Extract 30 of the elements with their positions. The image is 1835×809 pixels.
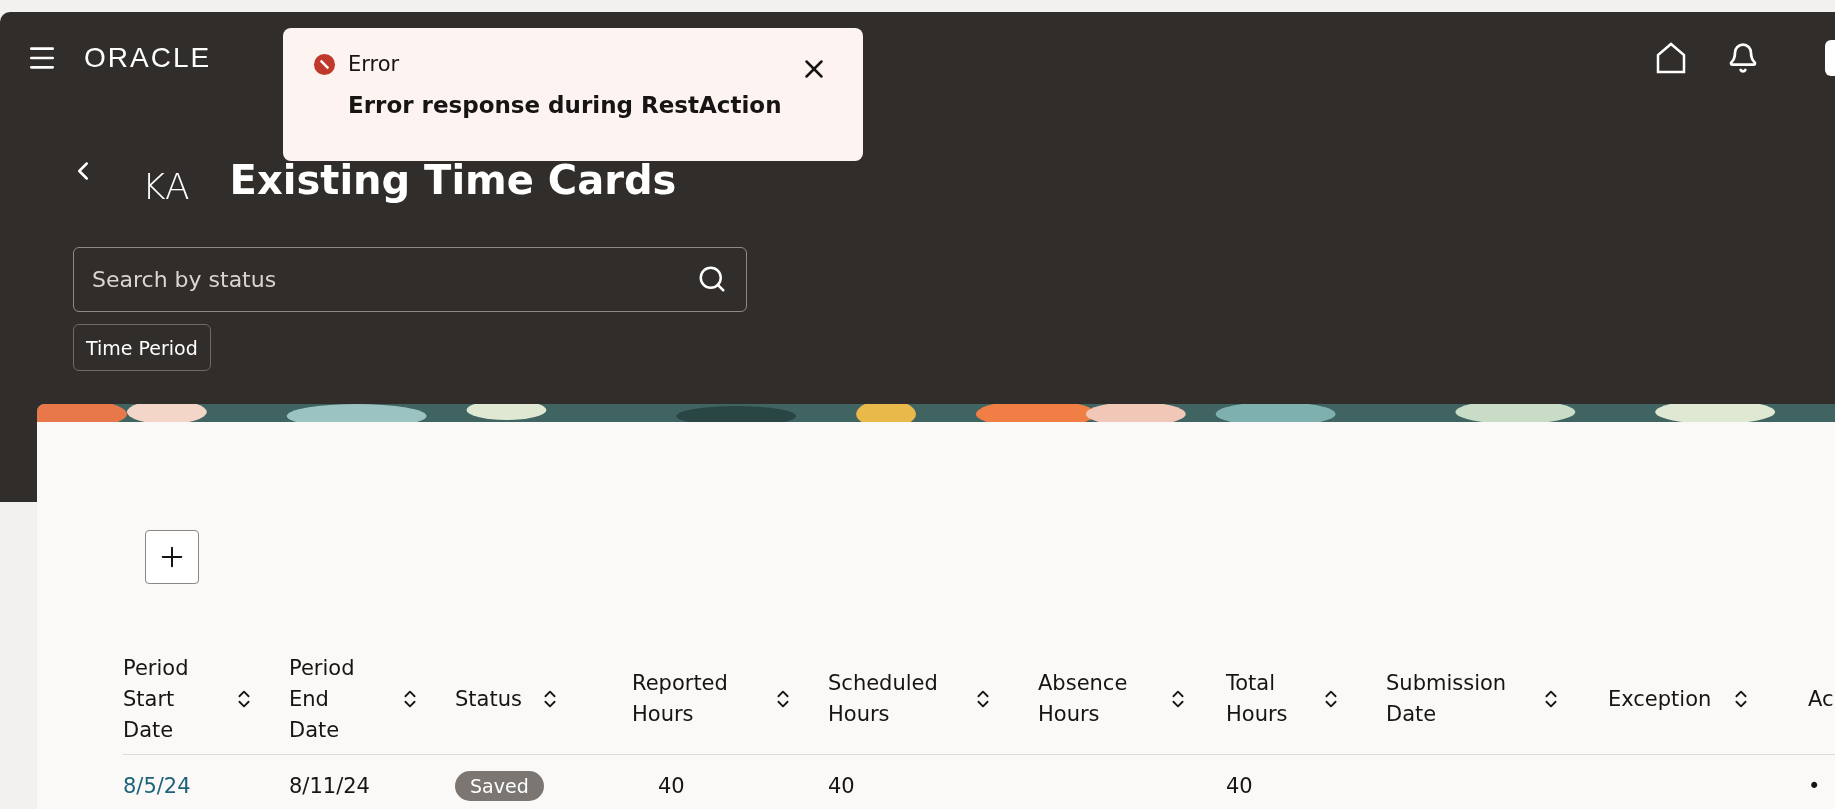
status-badge: Saved — [455, 771, 544, 801]
add-button[interactable] — [145, 530, 199, 584]
column-header: Submission Date — [1386, 670, 1508, 728]
column-header: Absence Hours — [1038, 670, 1129, 728]
avatar: KA — [142, 166, 190, 207]
error-icon — [313, 52, 336, 76]
table-cell-text: 40 — [1226, 774, 1254, 798]
search-icon[interactable] — [697, 264, 727, 294]
column-header: Exception — [1608, 685, 1713, 713]
column-header: Ac — [1808, 685, 1835, 713]
toast-title: Error — [348, 52, 400, 76]
column-header: Status — [455, 685, 523, 713]
home-icon[interactable] — [1655, 42, 1687, 74]
column-header: Scheduled Hours — [828, 670, 939, 728]
filter-chip[interactable]: Time Period — [73, 324, 211, 371]
logo: ORACLE — [84, 42, 212, 74]
toast-message: Error response during RestAction — [348, 92, 783, 118]
table-cell-text: 40 — [828, 774, 856, 798]
table-cell-text: 8/11/24 — [289, 774, 371, 798]
search-field[interactable]: Search by status — [73, 247, 747, 312]
page-title: Existing Time Cards — [229, 156, 677, 203]
column-header: Period End Date — [289, 654, 356, 744]
bell-icon[interactable] — [1727, 42, 1759, 74]
table-cell-text: 40 — [657, 774, 686, 798]
column-header: Reported Hours — [632, 670, 729, 728]
profile-button[interactable] — [1825, 40, 1835, 76]
table-cell-text: • — [1808, 774, 1822, 798]
column-header: Total Hours — [1226, 670, 1289, 728]
column-header: Period Start Date — [123, 654, 190, 744]
date-link[interactable]: 8/5/24 — [123, 774, 289, 798]
